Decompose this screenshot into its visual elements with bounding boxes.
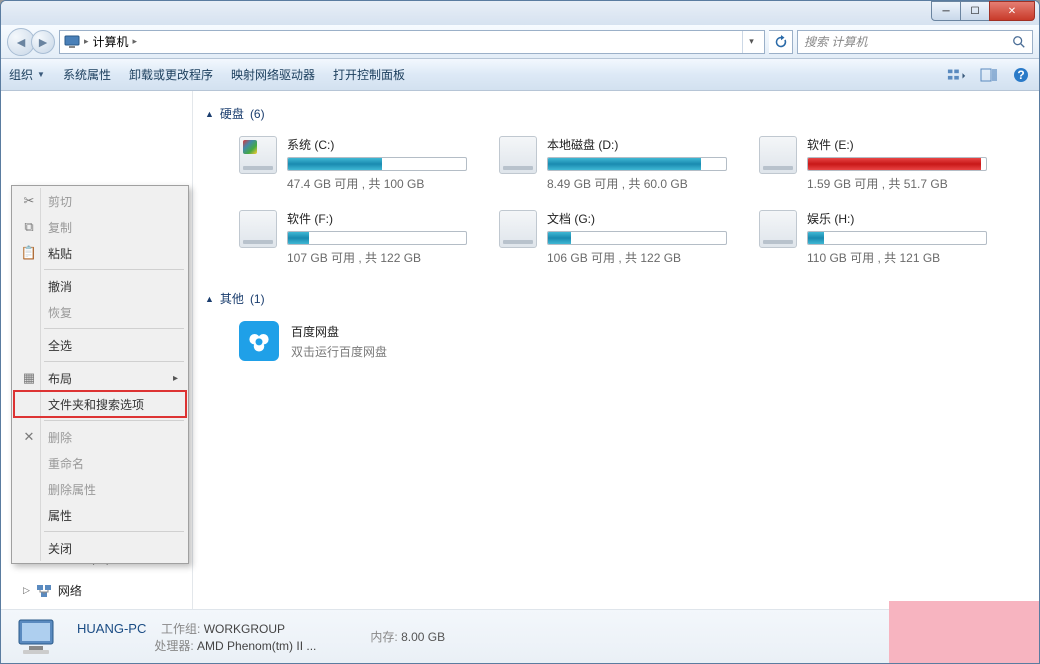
drive-icon	[759, 136, 797, 174]
baidu-netdisk-icon	[239, 321, 279, 361]
computer-large-icon	[15, 616, 63, 658]
drive-icon	[499, 136, 537, 174]
content: ▲ 硬盘 (6) 系统 (C:) 47.4 GB 可用 , 共 100 GB 本地磁…	[193, 91, 1039, 609]
search-icon	[1012, 35, 1026, 49]
drive-name: 文档 (G:)	[547, 210, 749, 227]
drive-icon	[239, 136, 277, 174]
navbar: ◄ ► ▸ 计算机 ▸ ▾ 搜索 计算机	[1, 25, 1039, 59]
menu-cut[interactable]: ✂剪切	[14, 188, 186, 214]
drive-usage-text: 1.59 GB 可用 , 共 51.7 GB	[807, 175, 1009, 192]
drive-usage-text: 8.49 GB 可用 , 共 60.0 GB	[547, 175, 749, 192]
drive-usage-bar	[287, 157, 467, 171]
view-options-button[interactable]	[947, 67, 967, 83]
close-button[interactable]: ✕	[989, 1, 1035, 21]
drive-item[interactable]: 系统 (C:) 47.4 GB 可用 , 共 100 GB	[239, 136, 489, 192]
computer-icon	[64, 34, 80, 50]
search-box[interactable]: 搜索 计算机	[797, 30, 1033, 54]
svg-text:?: ?	[1017, 68, 1024, 82]
drives-grid: 系统 (C:) 47.4 GB 可用 , 共 100 GB 本地磁盘 (D:) 8.4…	[205, 128, 1027, 284]
cut-icon: ✂	[20, 192, 38, 210]
menu-rename[interactable]: 重命名	[14, 450, 186, 476]
group-drives[interactable]: ▲ 硬盘 (6)	[205, 99, 1027, 128]
watermark-overlay	[889, 601, 1039, 663]
collapse-icon: ▲	[205, 294, 214, 304]
preview-pane-button[interactable]	[979, 67, 999, 83]
breadcrumb-sep: ▸	[84, 36, 89, 47]
refresh-button[interactable]	[769, 30, 793, 54]
menu-redo[interactable]: 恢复	[14, 299, 186, 325]
collapse-icon: ▲	[205, 109, 214, 119]
menu-copy[interactable]: ⧉复制	[14, 214, 186, 240]
drive-usage-bar	[547, 157, 727, 171]
open-control-panel-button[interactable]: 打开控制面板	[333, 66, 405, 83]
other-item-name: 百度网盘	[291, 323, 387, 340]
other-item-baidu[interactable]: 百度网盘 双击运行百度网盘	[205, 313, 1027, 361]
drive-usage-text: 110 GB 可用 , 共 121 GB	[807, 249, 1009, 266]
drive-icon	[499, 210, 537, 248]
address-dropdown[interactable]: ▾	[742, 31, 760, 53]
drive-item[interactable]: 软件 (E:) 1.59 GB 可用 , 共 51.7 GB	[759, 136, 1009, 192]
organize-dropdown: ✂剪切 ⧉复制 📋粘贴 撤消 恢复 全选 ▦布局 文件夹和搜索选项 ✕删除 重命…	[11, 185, 189, 564]
drive-name: 娱乐 (H:)	[807, 210, 1009, 227]
titlebar: ─ ☐ ✕	[1, 1, 1039, 25]
address-bar[interactable]: ▸ 计算机 ▸ ▾	[59, 30, 765, 54]
minimize-button[interactable]: ─	[931, 1, 961, 21]
drive-usage-bar	[547, 231, 727, 245]
forward-button[interactable]: ►	[31, 30, 55, 54]
menu-layout[interactable]: ▦布局	[14, 365, 186, 391]
paste-icon: 📋	[20, 244, 38, 262]
drive-icon	[239, 210, 277, 248]
drive-icon	[759, 210, 797, 248]
copy-icon: ⧉	[20, 218, 38, 236]
uninstall-programs-button[interactable]: 卸载或更改程序	[129, 66, 213, 83]
help-button[interactable]: ?	[1011, 67, 1031, 83]
network-icon	[36, 583, 52, 599]
drive-item[interactable]: 娱乐 (H:) 110 GB 可用 , 共 121 GB	[759, 210, 1009, 266]
menu-properties[interactable]: 属性	[14, 502, 186, 528]
menu-delete[interactable]: ✕删除	[14, 424, 186, 450]
drive-item[interactable]: 文档 (G:) 106 GB 可用 , 共 122 GB	[499, 210, 749, 266]
menu-select-all[interactable]: 全选	[14, 332, 186, 358]
drive-usage-bar	[287, 231, 467, 245]
sidebar-item-network[interactable]: ▷ 网络	[1, 579, 192, 602]
breadcrumb-sep: ▸	[133, 36, 138, 47]
drive-name: 软件 (E:)	[807, 136, 1009, 153]
status-computer-name: HUANG-PC	[77, 621, 146, 636]
other-item-sub: 双击运行百度网盘	[291, 343, 387, 360]
group-other[interactable]: ▲ 其他 (1)	[205, 284, 1027, 313]
drive-name: 本地磁盘 (D:)	[547, 136, 749, 153]
breadcrumb-root[interactable]: 计算机	[93, 33, 129, 50]
drive-name: 软件 (F:)	[287, 210, 489, 227]
explorer-window: ─ ☐ ✕ ◄ ► ▸ 计算机 ▸ ▾ 搜索 计算机	[0, 0, 1040, 664]
maximize-button[interactable]: ☐	[960, 1, 990, 21]
layout-icon: ▦	[20, 369, 38, 387]
statusbar: HUANG-PC 工作组: WORKGROUP 处理器: AMD Phenom(…	[1, 609, 1039, 663]
map-network-drive-button[interactable]: 映射网络驱动器	[231, 66, 315, 83]
menu-paste[interactable]: 📋粘贴	[14, 240, 186, 266]
menu-remove-props[interactable]: 删除属性	[14, 476, 186, 502]
menu-undo[interactable]: 撤消	[14, 273, 186, 299]
menu-close[interactable]: 关闭	[14, 535, 186, 561]
organize-menu[interactable]: 组织▼	[9, 66, 45, 83]
system-properties-button[interactable]: 系统属性	[63, 66, 111, 83]
drive-usage-text: 107 GB 可用 , 共 122 GB	[287, 249, 489, 266]
menu-folder-options[interactable]: 文件夹和搜索选项	[14, 391, 186, 417]
delete-icon: ✕	[20, 428, 38, 446]
body: 系统 (C:) 本地磁盘 (D:) 软件 (E:) 软件 (F:) 文档 (G:…	[1, 91, 1039, 609]
drive-usage-bar	[807, 231, 987, 245]
drive-item[interactable]: 软件 (F:) 107 GB 可用 , 共 122 GB	[239, 210, 489, 266]
drive-name: 系统 (C:)	[287, 136, 489, 153]
drive-usage-bar	[807, 157, 987, 171]
drive-usage-text: 47.4 GB 可用 , 共 100 GB	[287, 175, 489, 192]
toolbar: 组织▼ 系统属性 卸载或更改程序 映射网络驱动器 打开控制面板 ?	[1, 59, 1039, 91]
drive-item[interactable]: 本地磁盘 (D:) 8.49 GB 可用 , 共 60.0 GB	[499, 136, 749, 192]
search-placeholder: 搜索 计算机	[804, 33, 867, 50]
drive-usage-text: 106 GB 可用 , 共 122 GB	[547, 249, 749, 266]
